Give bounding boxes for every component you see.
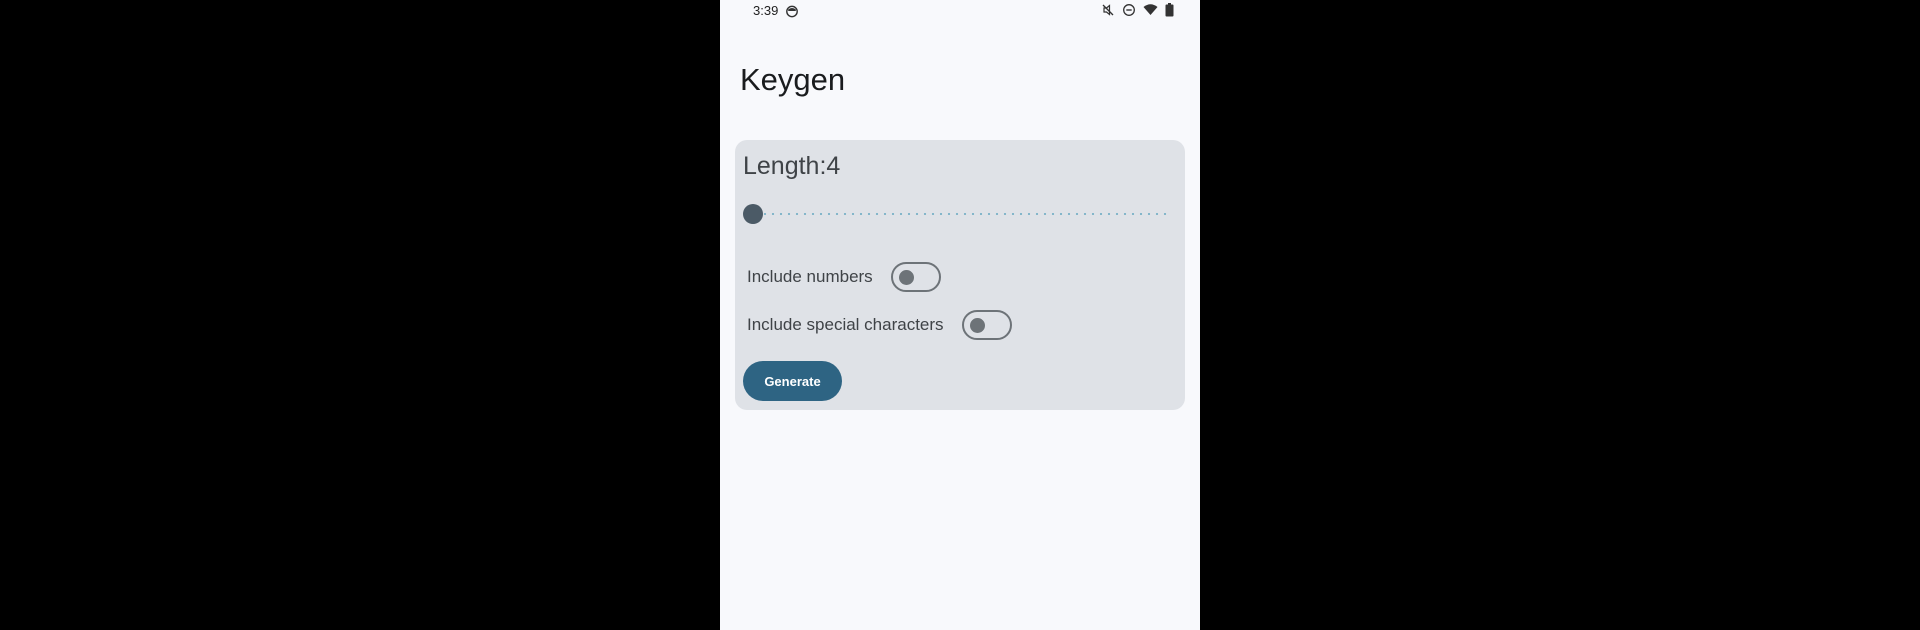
- include-numbers-row: Include numbers: [747, 262, 941, 292]
- include-special-switch[interactable]: [961, 310, 1012, 340]
- include-numbers-switch[interactable]: [890, 262, 941, 292]
- settings-card: Length:4 Include numbers Include special…: [735, 140, 1185, 410]
- switch-knob: [898, 270, 914, 285]
- cat-face-icon: [785, 4, 799, 18]
- switch-knob: [969, 318, 985, 333]
- include-special-label: Include special characters: [747, 315, 944, 334]
- wifi-icon: [1143, 3, 1158, 17]
- include-numbers-label: Include numbers: [747, 267, 873, 286]
- battery-icon: [1165, 3, 1174, 17]
- status-bar: 3:39: [720, 0, 1200, 22]
- status-time: 3:39: [753, 3, 779, 18]
- phone-screen: 3:39 Keygen Length:4 Include numbers Inc…: [720, 0, 1200, 630]
- include-special-row: Include special characters: [747, 310, 1012, 340]
- length-slider[interactable]: [743, 202, 1167, 226]
- generate-button[interactable]: Generate: [743, 361, 842, 401]
- page-title: Keygen: [740, 62, 846, 97]
- slider-thumb[interactable]: [743, 204, 763, 224]
- length-label: Length:4: [743, 152, 841, 180]
- mute-icon: [1101, 3, 1115, 17]
- status-icons: [1101, 3, 1174, 17]
- do-not-disturb-icon: [1122, 3, 1136, 17]
- slider-track[interactable]: [761, 213, 1167, 215]
